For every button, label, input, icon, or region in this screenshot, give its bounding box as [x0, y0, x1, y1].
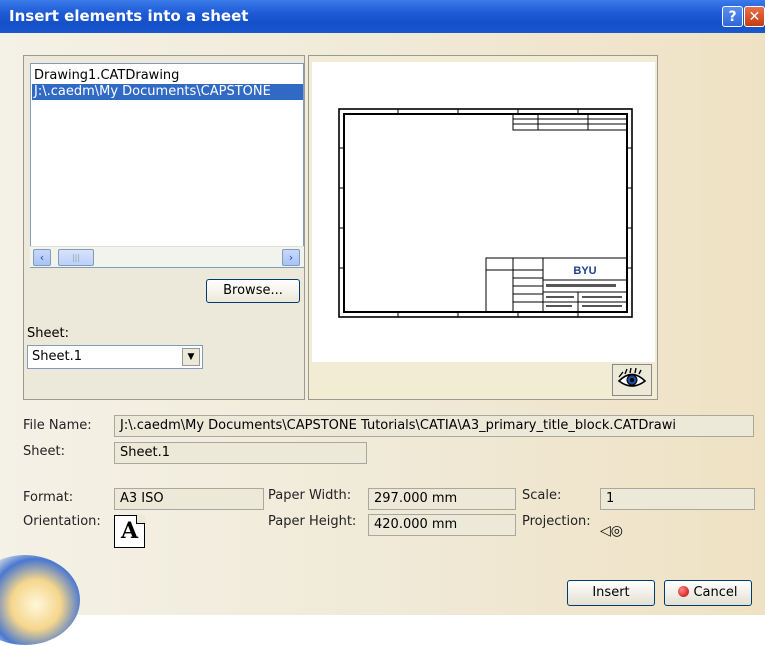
list-item-selected[interactable]: J:\.caedm\My Documents\CAPSTONE — [32, 84, 303, 100]
browse-button[interactable]: Browse... — [206, 279, 300, 303]
insert-button[interactable]: Insert — [567, 580, 655, 606]
dialog-title: Insert elements into a sheet — [9, 7, 249, 25]
paper-width-label: Paper Width: — [268, 488, 352, 503]
paper-height-label: Paper Height: — [268, 514, 357, 529]
title-block-logo-text: BYU — [573, 265, 596, 277]
scale-label: Scale: — [522, 488, 562, 503]
sheet-info-field: Sheet.1 — [114, 442, 367, 464]
cancel-icon — [678, 586, 690, 597]
cancel-button-label: Cancel — [693, 585, 738, 600]
chevron-right-icon: › — [288, 251, 294, 264]
chevron-left-icon: ‹ — [39, 251, 45, 264]
sheet-dropdown-value: Sheet.1 — [32, 349, 82, 364]
file-list[interactable]: Drawing1.CATDrawing J:\.caedm\My Documen… — [30, 63, 304, 268]
sheet-dropdown[interactable]: Sheet.1 ▼ — [27, 345, 203, 369]
file-name-label: File Name: — [23, 418, 92, 433]
format-label: Format: — [23, 490, 74, 505]
sheet-select-label: Sheet: — [27, 326, 69, 341]
eye-icon — [617, 367, 647, 387]
preview-toggle-button[interactable] — [612, 364, 652, 396]
paper-width-field: 297.000 mm — [368, 488, 516, 510]
background-glow — [0, 555, 80, 645]
title-bar[interactable]: Insert elements into a sheet ? ✕ — [0, 0, 765, 33]
first-angle-projection-icon: ◁◎ — [600, 523, 623, 539]
drawing-thumbnail: BYU — [338, 108, 633, 318]
help-button[interactable]: ? — [722, 6, 743, 27]
scroll-left-button[interactable]: ‹ — [33, 249, 51, 266]
scroll-thumb[interactable]: ||| — [58, 249, 94, 266]
chevron-down-icon[interactable]: ▼ — [182, 348, 200, 366]
cancel-button[interactable]: Cancel — [664, 580, 752, 606]
close-button[interactable]: ✕ — [744, 6, 765, 27]
horizontal-scrollbar[interactable]: ‹ ||| › — [30, 246, 304, 267]
scale-field: 1 — [600, 488, 755, 510]
list-item[interactable]: Drawing1.CATDrawing — [34, 68, 179, 84]
file-name-field: J:\.caedm\My Documents\CAPSTONE Tutorial… — [114, 415, 754, 437]
sheet-info-label: Sheet: — [23, 444, 65, 459]
insert-elements-dialog: Insert elements into a sheet ? ✕ Drawing… — [0, 0, 765, 645]
scroll-right-button[interactable]: › — [282, 249, 300, 266]
projection-label: Projection: — [522, 514, 591, 529]
portrait-orientation-icon: A — [114, 515, 145, 548]
orientation-label: Orientation: — [23, 514, 101, 529]
paper-height-field: 420.000 mm — [368, 514, 516, 536]
format-field: A3 ISO — [114, 488, 264, 510]
